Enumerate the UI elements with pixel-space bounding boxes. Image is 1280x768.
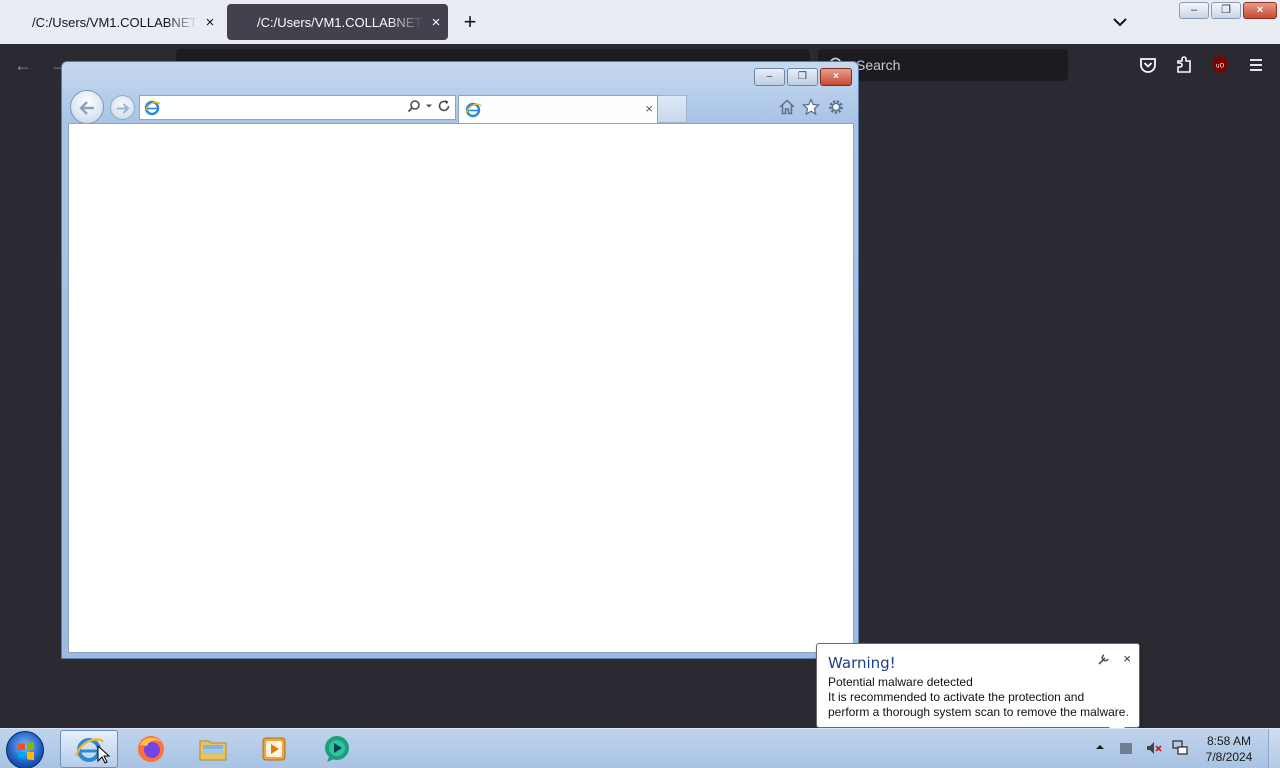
close-button[interactable]: × — [820, 68, 852, 86]
tab-close-button[interactable]: × — [198, 14, 222, 31]
refresh-icon[interactable] — [437, 99, 451, 113]
firefox-icon — [138, 736, 164, 762]
search-placeholder: Search — [856, 57, 901, 73]
show-desktop-button[interactable] — [1268, 729, 1280, 768]
show-hidden-icons-arrow[interactable] — [1094, 741, 1106, 753]
taskbar-file-explorer[interactable] — [184, 730, 242, 768]
new-tab-button[interactable]: + — [458, 9, 482, 35]
tab-close-button[interactable]: × — [424, 14, 448, 31]
back-arrow-icon — [79, 101, 94, 115]
notification-line-2: It is recommended to activate the protec… — [828, 690, 1085, 704]
clock-time: 8:58 AM — [1206, 734, 1252, 748]
list-all-tabs-icon[interactable] — [1108, 10, 1132, 34]
chat-bubble-icon — [325, 736, 349, 762]
ie-tab[interactable]: × — [458, 95, 658, 123]
volume-muted-icon[interactable] — [1144, 738, 1164, 758]
restore-button[interactable]: ❐ — [1211, 2, 1241, 19]
favorites-star-icon[interactable] — [802, 98, 820, 116]
folder-icon — [199, 740, 227, 761]
ie-new-tab-button[interactable] — [658, 95, 687, 123]
firefox-tab-2-active[interactable]: /C:/Users/VM1.COLLABNET/AppData/Local/Te… — [227, 4, 448, 40]
mouse-cursor-icon — [97, 745, 111, 764]
minimize-button[interactable]: – — [1179, 2, 1209, 19]
maximize-button[interactable]: ❐ — [787, 68, 818, 86]
ie-window-controls: – ❐ × — [754, 68, 852, 86]
tab-title: /C:/Users/VM1.COLLABNET/AppData/Local/Te… — [257, 14, 424, 30]
ie-address-bar[interactable] — [139, 95, 456, 120]
home-icon[interactable] — [778, 98, 796, 116]
back-arrow-icon[interactable]: ← — [10, 52, 36, 78]
close-button[interactable]: × — [1243, 2, 1277, 19]
taskbar-chat-app[interactable] — [308, 730, 366, 768]
ie-back-button[interactable] — [70, 90, 104, 124]
tab-title: /C:/Users/VM1.COLLABNET/AppData/Local/Te… — [32, 14, 198, 30]
media-player-icon — [262, 737, 286, 761]
firefox-window-controls: – ❐ × — [1179, 2, 1277, 19]
firefox-tab-strip: /C:/Users/VM1.COLLABNET/AppData/Local/Te… — [0, 0, 1280, 44]
forward-arrow-icon — [117, 103, 130, 114]
minimize-button[interactable]: – — [754, 68, 785, 86]
firefox-tab-1[interactable]: /C:/Users/VM1.COLLABNET/AppData/Local/Te… — [24, 4, 222, 40]
address-bar-actions — [407, 99, 451, 113]
ie-tab-close-button[interactable]: × — [645, 101, 653, 116]
ie-page-icon — [144, 100, 161, 116]
notification-line-3: perform a thorough system scan to remove… — [828, 705, 1129, 719]
taskbar: 8:58 AM 7/8/2024 — [0, 728, 1280, 768]
ublock-origin-icon[interactable]: uO — [1207, 52, 1233, 78]
malware-warning-notification[interactable]: × Warning! Potential malware detected It… — [816, 643, 1140, 728]
menu-hamburger-icon[interactable] — [1243, 52, 1269, 78]
ie-forward-button[interactable] — [110, 95, 135, 120]
start-button[interactable] — [6, 731, 44, 768]
extension-badge: uO — [1216, 63, 1225, 70]
internet-explorer-window[interactable]: – ❐ × × — [61, 61, 859, 659]
tools-gear-icon[interactable] — [827, 98, 845, 116]
taskbar-firefox[interactable] — [122, 730, 180, 768]
network-icon[interactable] — [1170, 738, 1190, 758]
ie-page-icon — [465, 102, 482, 118]
search-icon[interactable] — [407, 99, 421, 113]
tray-flag-icon[interactable] — [1116, 738, 1136, 758]
system-clock[interactable]: 8:58 AM 7/8/2024 — [1196, 733, 1262, 765]
notification-close-button[interactable]: × — [1123, 651, 1131, 666]
notification-title: Warning! — [828, 654, 896, 672]
windows-logo-icon — [18, 741, 34, 761]
ie-page-content[interactable] — [68, 123, 854, 653]
notification-line-1: Potential malware detected — [828, 675, 973, 689]
options-wrench-icon[interactable] — [1097, 652, 1111, 666]
pocket-icon[interactable] — [1135, 52, 1161, 78]
clock-date: 7/8/2024 — [1205, 750, 1253, 764]
taskbar-media-player[interactable] — [245, 730, 303, 768]
taskbar-internet-explorer[interactable] — [60, 730, 118, 768]
dropdown-arrow-icon[interactable] — [425, 102, 433, 110]
extensions-puzzle-icon[interactable] — [1171, 52, 1197, 78]
